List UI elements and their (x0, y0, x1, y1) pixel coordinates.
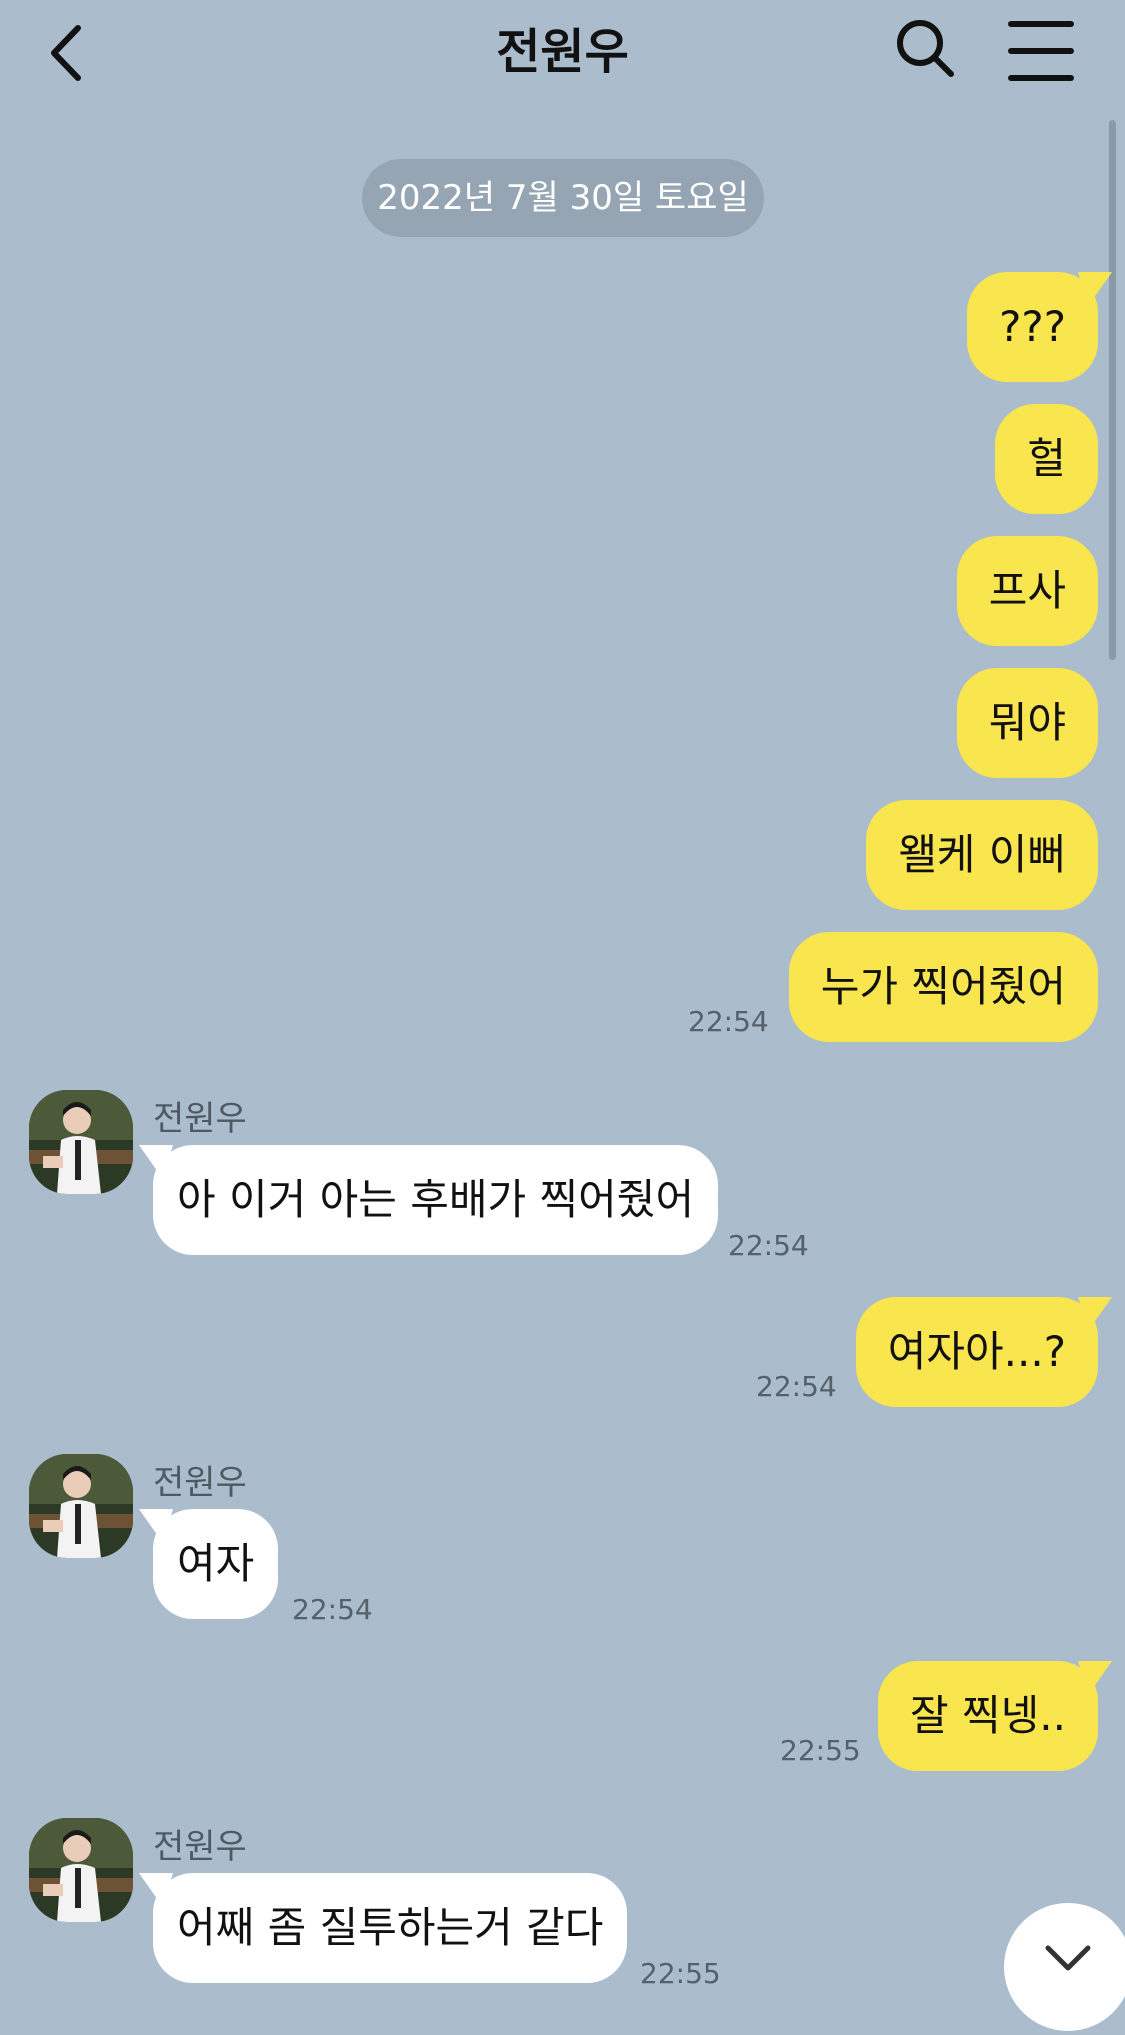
my-message-bubble[interactable]: 잘 찍넹.. (878, 1661, 1112, 1771)
message-text: 헐 (1027, 434, 1066, 483)
sender-name: 전원우 (153, 1099, 247, 1139)
message-text: 왤케 이뻐 (898, 830, 1066, 879)
scrollbar[interactable] (1109, 120, 1116, 660)
scroll-to-bottom-button[interactable] (1004, 1903, 1125, 2031)
bubble-tail (139, 1509, 173, 1543)
my-message-bubble[interactable]: 뭐야 (956, 668, 1098, 778)
sender-name: 전원우 (153, 1463, 247, 1503)
my-message-bubble[interactable]: 여자아...? (855, 1297, 1112, 1407)
bubble-tail (139, 1873, 173, 1907)
avatar-image (29, 1090, 133, 1194)
bubble-tail (1078, 1661, 1112, 1695)
message-time: 22:54 (728, 1229, 809, 1262)
my-message-bubble[interactable]: 헐 (995, 404, 1098, 514)
avatar-image (29, 1818, 133, 1922)
message-text: 뭐야 (988, 698, 1066, 747)
date-separator: 2022년 7월 30일 토요일 (362, 159, 764, 237)
message-text: 어째 좀 질투하는거 같다 (177, 1903, 604, 1952)
message-time: 22:54 (756, 1370, 837, 1403)
search-button[interactable] (885, 10, 965, 90)
message-text: 여자 (177, 1539, 255, 1588)
search-icon (897, 20, 954, 77)
message-text: 잘 찍넹.. (910, 1691, 1066, 1740)
bubble-tail (1078, 1297, 1112, 1331)
bubble-tail (1078, 272, 1112, 306)
my-message-bubble[interactable]: 왤케 이뻐 (866, 800, 1098, 910)
my-message-bubble[interactable]: 프사 (956, 536, 1098, 646)
avatar-image (29, 1454, 133, 1558)
other-message-bubble[interactable]: 어째 좀 질투하는거 같다 (139, 1873, 628, 1983)
message-text: 아 이거 아는 후배가 찍어줬어 (177, 1175, 695, 1224)
menu-icon (1008, 21, 1074, 81)
chat-header: 전원우 (0, 0, 1125, 110)
menu-button[interactable] (1005, 10, 1095, 90)
message-text: 여자아...? (887, 1327, 1066, 1376)
other-message-bubble[interactable]: 아 이거 아는 후배가 찍어줬어 (139, 1145, 719, 1255)
my-message-bubble[interactable]: ??? (967, 272, 1112, 382)
message-text: ??? (999, 302, 1066, 351)
bubble-tail (139, 1145, 173, 1179)
avatar[interactable] (29, 1090, 133, 1194)
message-text: 프사 (988, 566, 1066, 615)
avatar[interactable] (29, 1818, 133, 1922)
message-time: 22:55 (780, 1734, 861, 1767)
chevron-down-icon (1045, 1945, 1091, 1971)
other-message-bubble[interactable]: 여자 (139, 1509, 279, 1619)
my-message-bubble[interactable]: 누가 찍어줬어 (788, 932, 1098, 1042)
message-time: 22:54 (688, 1005, 769, 1038)
message-time: 22:55 (640, 1957, 721, 1990)
message-time: 22:54 (292, 1593, 373, 1626)
avatar[interactable] (29, 1454, 133, 1558)
sender-name: 전원우 (153, 1827, 247, 1867)
message-text: 누가 찍어줬어 (820, 962, 1066, 1011)
